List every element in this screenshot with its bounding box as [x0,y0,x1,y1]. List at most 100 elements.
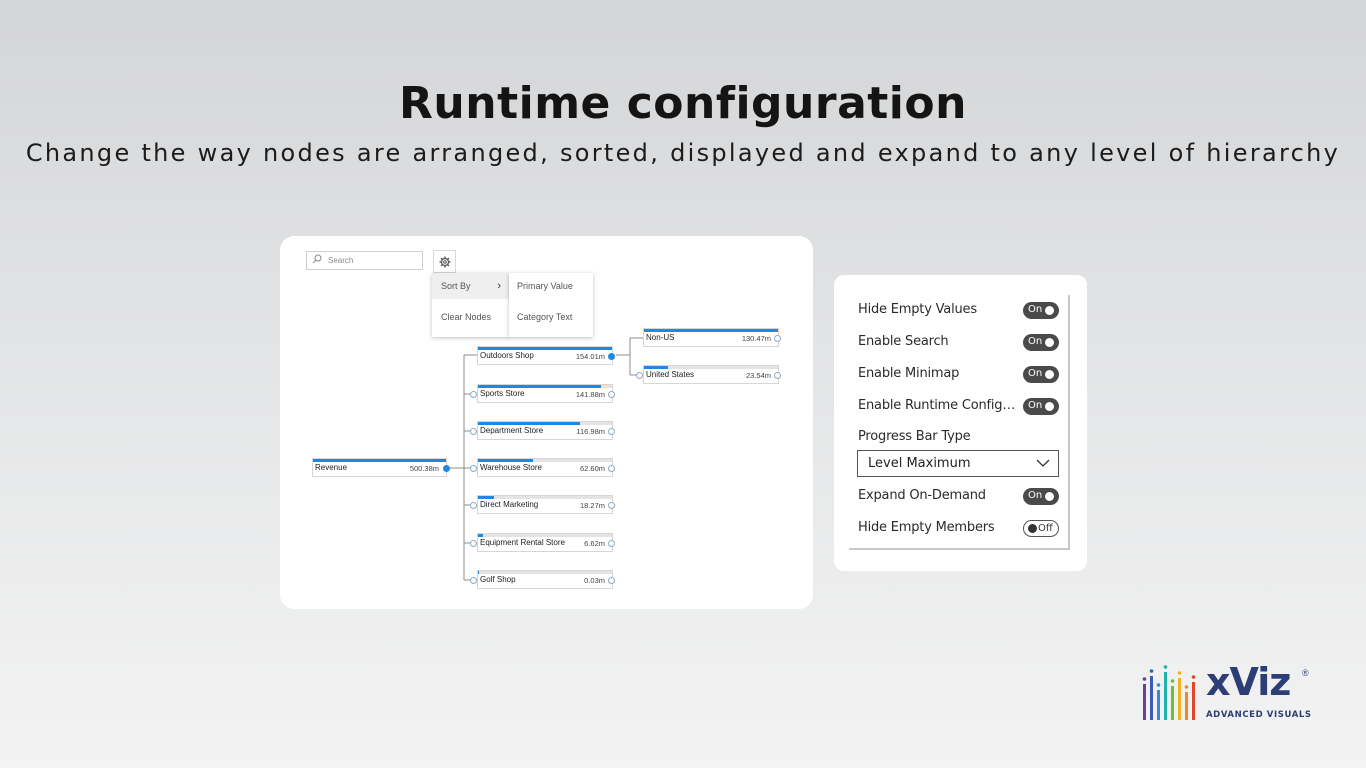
node-label: Outdoors Shop [480,351,534,360]
expand-toggle-icon[interactable] [774,372,781,379]
progress-fill [644,329,778,332]
logo-bar [1157,690,1160,720]
node-value: 6.62m [584,539,605,548]
tree-node[interactable]: Equipment Rental Store 6.62m [478,534,612,551]
xviz-logo: xViz ® ADVANCED VISUALS [1140,660,1315,724]
expand-toggle-icon[interactable] [608,465,615,472]
toggle-switch[interactable]: Off [1023,520,1059,537]
node-value: 116.98m [576,427,605,436]
chevron-right-icon: › [497,280,501,292]
logo-bars-icon [1142,665,1196,720]
node-label: Equipment Rental Store [480,538,565,547]
progress-fill [478,534,484,537]
collapse-handle-icon[interactable] [470,428,477,435]
collapse-handle-icon[interactable] [636,372,643,379]
tree-node[interactable]: United States 23.54m [644,366,778,383]
submenu-item-category-text[interactable]: Category Text [509,304,593,330]
menu-item-label: Sort By [441,281,471,291]
tree-node[interactable]: Direct Marketing 18.27m [478,496,612,513]
node-value: 130.47m [741,334,771,343]
toggle-switch[interactable]: On [1023,334,1059,351]
menu-item-sort-by[interactable]: Sort By › [432,273,510,299]
logo-dot [1156,683,1161,687]
select-value: Level Maximum [868,456,971,471]
logo-tagline: ADVANCED VISUALS [1206,710,1312,720]
expand-toggle-icon[interactable] [608,502,615,509]
toggle-switch[interactable]: On [1023,302,1059,319]
logo-dot [1149,669,1154,673]
tree-node-root[interactable]: Revenue 500.38m [313,459,446,476]
logo-bar [1150,676,1153,720]
setting-label: Hide Empty Values [858,302,977,317]
tree-node[interactable]: Warehouse Store 62.60m [478,459,612,476]
expand-toggle-icon[interactable] [774,335,781,342]
format-settings-card: Hide Empty Values On Enable Search On En… [834,275,1087,571]
tree-node[interactable]: Outdoors Shop 154.01m [478,347,612,364]
expand-toggle-icon[interactable] [608,391,615,398]
collapse-handle-icon[interactable] [470,577,477,584]
toggle-state: On [1028,490,1043,501]
submenu-item-primary-value[interactable]: Primary Value [509,273,593,299]
settings-menu: Sort By › Clear Nodes [432,273,510,337]
collapse-handle-icon[interactable] [470,540,477,547]
collapse-handle-icon[interactable] [470,391,477,398]
expand-toggle-icon[interactable] [608,540,615,547]
node-label: Golf Shop [480,575,516,584]
progress-track [644,366,778,369]
toggle-state: Off [1038,523,1053,534]
collapse-handle-icon[interactable] [470,502,477,509]
menu-item-label: Clear Nodes [441,312,492,322]
toggle-state: On [1028,336,1043,347]
logo-dot [1177,671,1182,675]
tree-node[interactable]: Department Store 116.98m [478,422,612,439]
search-icon [312,254,322,264]
search-input[interactable] [328,254,416,266]
progress-track [313,459,446,462]
tree-node[interactable]: Non-US 130.47m [644,329,778,346]
node-value: 0.03m [584,576,605,585]
expand-toggle-icon[interactable] [608,428,615,435]
toggle-knob [1028,524,1037,533]
progress-bar-type-label: Progress Bar Type [858,429,971,444]
search-field[interactable] [306,251,423,270]
node-value: 141.88m [575,390,605,399]
settings-button[interactable] [433,250,456,273]
setting-label: Expand On-Demand [858,488,986,503]
logo-wordmark: xViz [1206,660,1291,704]
toggle-switch[interactable]: On [1023,398,1059,415]
page-title: Runtime configuration [399,78,967,129]
page-subtitle: Change the way nodes are arranged, sorte… [25,139,1341,167]
progress-fill [478,496,495,499]
toggle-knob [1045,370,1054,379]
settings-pane: Hide Empty Values On Enable Search On En… [849,295,1070,550]
tree-node[interactable]: Golf Shop 0.03m [478,571,612,588]
setting-enable-search: Enable Search On [858,332,1059,352]
progress-fill [313,459,446,462]
toggle-switch[interactable]: On [1023,366,1059,383]
menu-item-clear-nodes[interactable]: Clear Nodes [432,304,510,330]
collapse-handle-icon[interactable] [470,465,477,472]
expand-toggle-icon[interactable] [443,465,450,472]
progress-track [478,459,612,462]
setting-enable-runtime-configuration: Enable Runtime Configur... On [858,396,1059,416]
progress-bar-type-select[interactable]: Level Maximum [857,450,1059,477]
progress-track [644,329,778,332]
node-value: 154.01m [575,352,605,361]
node-label: Sports Store [480,389,525,398]
logo-dot [1163,665,1168,669]
expand-toggle-icon[interactable] [608,577,615,584]
setting-hide-empty-members: Hide Empty Members Off [858,518,1059,538]
submenu-item-label: Category Text [517,312,573,322]
progress-track [478,422,612,425]
tree-node[interactable]: Sports Store 141.88m [478,385,612,402]
toggle-state: On [1028,400,1043,411]
logo-bar [1192,682,1195,720]
logo-bar [1185,692,1188,720]
submenu-item-label: Primary Value [517,281,573,291]
toggle-knob [1045,338,1054,347]
setting-expand-on-demand: Expand On-Demand On [858,486,1059,506]
node-label: United States [646,370,695,379]
sort-by-submenu: Primary Value Category Text [509,273,593,337]
toggle-switch[interactable]: On [1023,488,1059,505]
expand-toggle-icon[interactable] [608,353,615,360]
